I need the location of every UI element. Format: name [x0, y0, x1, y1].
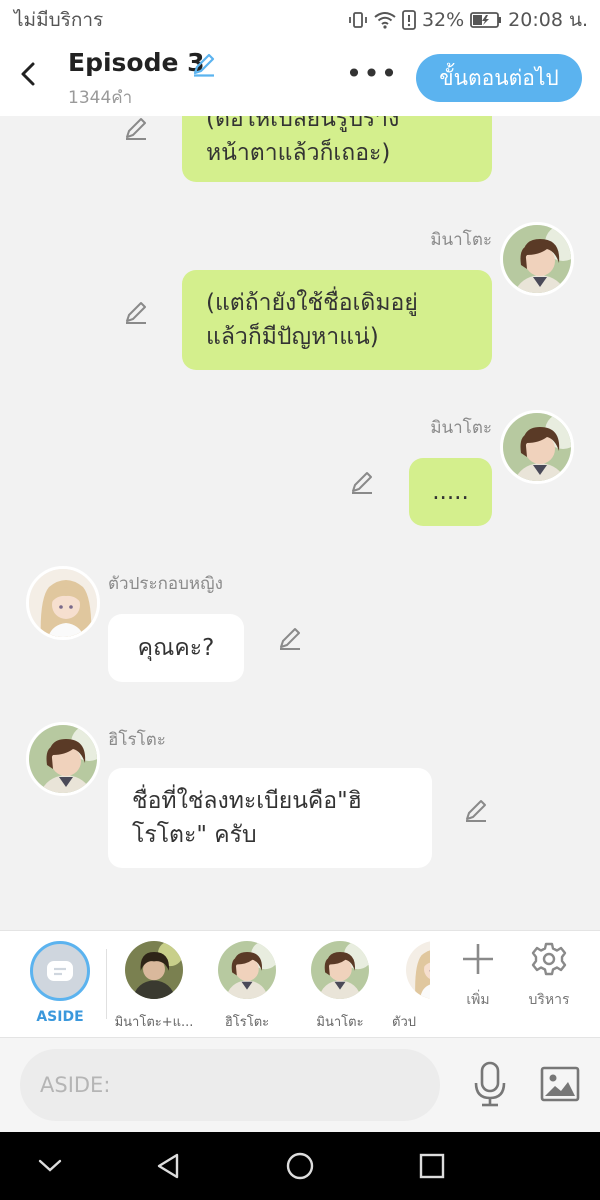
message-text: ..... — [432, 479, 469, 505]
battery-charging-icon — [470, 12, 502, 28]
speaker-name: ตัวประกอบหญิง — [108, 574, 223, 594]
character-avatar — [406, 941, 430, 999]
message-bubble[interactable]: คุณคะ? — [108, 614, 244, 682]
message-bubble[interactable]: (แต่ถ้ายังใช้ชื่อเดิมอยู่ แล้วก็มีปัญหาแ… — [182, 270, 492, 370]
message-line: หน้าตาแล้วก็เถอะ) — [206, 140, 391, 166]
aside-button[interactable] — [30, 941, 90, 1001]
nav-back-button[interactable] — [148, 1146, 188, 1186]
avatar[interactable] — [26, 722, 100, 796]
next-step-button[interactable]: ขั้นตอนต่อไป — [416, 54, 582, 102]
vibrate-icon — [348, 10, 368, 30]
character-item[interactable]: ฮิโรโตะ — [204, 941, 290, 1032]
chat-area[interactable]: (ต่อให้เปลี่ยนรูปร่าง หน้าตาแล้วก็เถอะ) … — [0, 116, 600, 930]
insert-image-button[interactable] — [538, 1062, 582, 1106]
add-character-button[interactable]: เพิ่ม — [446, 941, 510, 1011]
voice-input-button[interactable] — [468, 1058, 512, 1110]
back-button[interactable] — [12, 54, 44, 94]
character-item[interactable]: มินาโตะ+แ... — [111, 941, 197, 1032]
message-line: (ต่อให้เปลี่ยนรูปร่าง — [206, 116, 400, 132]
clock: 20:08 น. — [508, 9, 588, 31]
message-text: คุณคะ? — [137, 635, 215, 661]
character-item[interactable]: มินาโตะ — [297, 941, 383, 1032]
status-right: 32% 20:08 น. — [348, 5, 588, 35]
plus-icon — [463, 944, 493, 974]
system-navigation-bar — [0, 1132, 600, 1200]
message-input[interactable] — [20, 1049, 440, 1121]
edit-message-icon[interactable] — [348, 468, 376, 496]
edit-message-icon[interactable] — [122, 116, 150, 142]
edit-message-icon[interactable] — [122, 298, 150, 326]
character-label: มินาโตะ — [316, 1015, 364, 1030]
square-recents-icon — [419, 1153, 445, 1179]
more-options-button[interactable]: ••• — [346, 57, 398, 90]
character-label: ตัวป — [392, 1015, 416, 1030]
status-bar: ไม่มีบริการ 32% 20:08 น. — [0, 0, 600, 40]
character-bar: ASIDE มินาโตะ+แ... ฮิโรโตะ มินาโตะ ตัวป … — [0, 930, 600, 1038]
message-line: โรโตะ" ครับ — [132, 822, 257, 848]
avatar[interactable] — [500, 222, 574, 296]
nav-collapse-button[interactable] — [30, 1146, 70, 1186]
aside-label: ASIDE — [36, 1009, 84, 1025]
message-bubble[interactable]: (ต่อให้เปลี่ยนรูปร่าง หน้าตาแล้วก็เถอะ) — [182, 116, 492, 182]
nav-home-button[interactable] — [280, 1146, 320, 1186]
character-avatar — [218, 941, 276, 999]
edit-title-button[interactable] — [190, 50, 218, 82]
character-label: ฮิโรโตะ — [224, 1015, 270, 1030]
avatar[interactable] — [26, 566, 100, 640]
divider — [106, 949, 107, 1019]
editor-header: Episode 3 1344คำ ••• ขั้นตอนต่อไป — [0, 40, 600, 116]
message-bubble[interactable]: ..... — [409, 458, 492, 526]
speaker-name: มินาโตะ — [430, 418, 492, 438]
speaker-name: มินาโตะ — [430, 230, 492, 250]
avatar[interactable] — [500, 410, 574, 484]
message-input-bar — [0, 1038, 600, 1132]
triangle-back-icon — [157, 1153, 179, 1179]
speaker-name: ฮิโรโตะ — [108, 730, 166, 750]
word-count: 1344คำ — [68, 88, 133, 108]
edit-message-icon[interactable] — [276, 624, 304, 652]
character-avatar — [311, 941, 369, 999]
speech-bubble-icon — [47, 961, 73, 981]
microphone-icon — [474, 1061, 506, 1107]
carrier-label: ไม่มีบริการ — [14, 9, 104, 31]
chevron-left-icon — [21, 62, 35, 86]
battery-percent: 32% — [421, 9, 465, 31]
image-icon — [540, 1066, 580, 1102]
manage-label: บริหาร — [528, 992, 570, 1008]
chevron-down-icon — [38, 1159, 62, 1172]
edit-message-icon[interactable] — [462, 796, 490, 824]
character-label: มินาโตะ+แ... — [114, 1015, 194, 1030]
manage-characters-button[interactable]: บริหาร — [517, 941, 581, 1011]
message-bubble[interactable]: ชื่อที่ใช่ลงทะเบียนคือ"ฮิ โรโตะ" ครับ — [108, 768, 432, 868]
message-line: ชื่อที่ใช่ลงทะเบียนคือ"ฮิ — [132, 788, 362, 814]
pencil-icon — [193, 53, 215, 77]
character-item[interactable]: ตัวป — [392, 941, 430, 1032]
add-label: เพิ่ม — [466, 992, 490, 1008]
wifi-icon — [374, 11, 396, 29]
circle-home-icon — [286, 1152, 314, 1180]
message-line: (แต่ถ้ายังใช้ชื่อเดิมอยู่ — [206, 290, 418, 316]
alert-icon — [402, 10, 416, 30]
character-avatar — [125, 941, 183, 999]
gear-icon — [531, 942, 567, 976]
nav-recents-button[interactable] — [412, 1146, 452, 1186]
message-line: แล้วก็มีปัญหาแน่) — [206, 324, 379, 350]
episode-title[interactable]: Episode 3 — [68, 48, 205, 77]
